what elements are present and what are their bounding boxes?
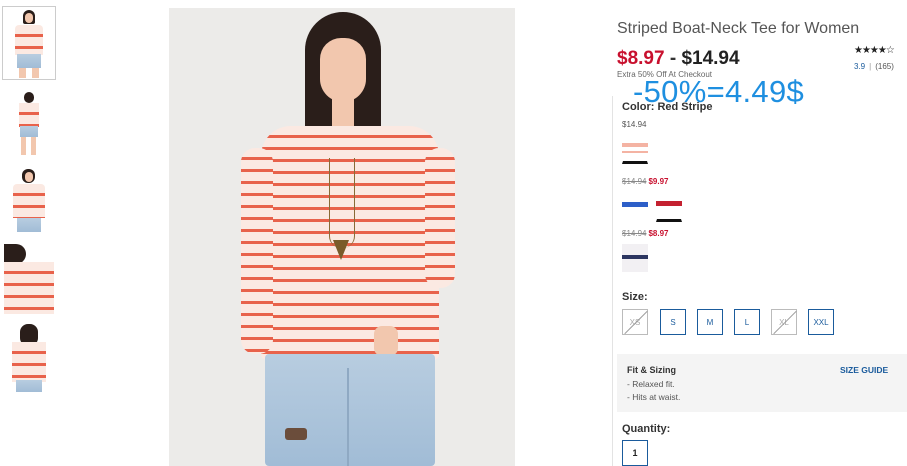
price-separator: -: [669, 48, 677, 69]
thumbnail-3[interactable]: [4, 166, 54, 236]
color-group-price-3: $14.94 $8.97: [622, 229, 669, 238]
quantity-select[interactable]: 1: [622, 440, 648, 466]
fit-title: Fit & Sizing: [627, 365, 676, 375]
review-count[interactable]: (165): [875, 62, 894, 71]
color-group-price-1: $14.94: [622, 120, 647, 129]
sale-price: $8.97: [648, 229, 669, 238]
size-xs-button[interactable]: XS: [622, 309, 648, 335]
size-m-button[interactable]: M: [697, 309, 723, 335]
price-low: $8.97: [617, 48, 665, 69]
panel-divider: [612, 96, 613, 466]
color-label: Color: Red Stripe: [622, 101, 713, 113]
thumbnail-1[interactable]: [2, 6, 56, 80]
blue-stripe-swatch[interactable]: [622, 192, 648, 220]
star-rating-icon[interactable]: ★★★★☆: [854, 45, 895, 56]
thumbnail-4[interactable]: [4, 244, 54, 314]
color-group-price-2: $14.94 $9.97: [622, 177, 669, 186]
fit-detail: - Relaxed fit.: [627, 379, 675, 389]
size-l-button[interactable]: L: [734, 309, 760, 335]
size-label: Size:: [622, 291, 648, 303]
price-range: $8.97 - $14.94: [617, 48, 740, 70]
size-guide-link[interactable]: SIZE GUIDE: [840, 365, 888, 375]
fit-sizing-panel: Fit & Sizing - Relaxed fit. - Hits at wa…: [617, 354, 907, 412]
size-xxl-button[interactable]: XXL: [808, 309, 834, 335]
thumbnail-2[interactable]: [4, 88, 54, 158]
main-product-image[interactable]: [169, 8, 515, 466]
quantity-label: Quantity:: [622, 423, 671, 435]
original-price: $14.94: [622, 229, 647, 238]
navy-stripe-mark: [622, 255, 648, 259]
price-high: $14.94: [681, 48, 740, 69]
red-stripe-swatch[interactable]: [622, 134, 648, 164]
original-price: $14.94: [622, 177, 647, 186]
product-title: Striped Boat-Neck Tee for Women: [617, 20, 860, 37]
size-s-button[interactable]: S: [660, 309, 686, 335]
size-xl-button[interactable]: XL: [771, 309, 797, 335]
rating-value[interactable]: 3.9: [854, 62, 865, 71]
sale-price: $9.97: [648, 177, 669, 186]
fit-detail: - Hits at waist.: [627, 392, 681, 402]
thumbnail-5[interactable]: [4, 322, 54, 392]
rating-summary: 3.9 | (165): [854, 62, 894, 71]
red-solid-swatch[interactable]: [656, 192, 682, 222]
